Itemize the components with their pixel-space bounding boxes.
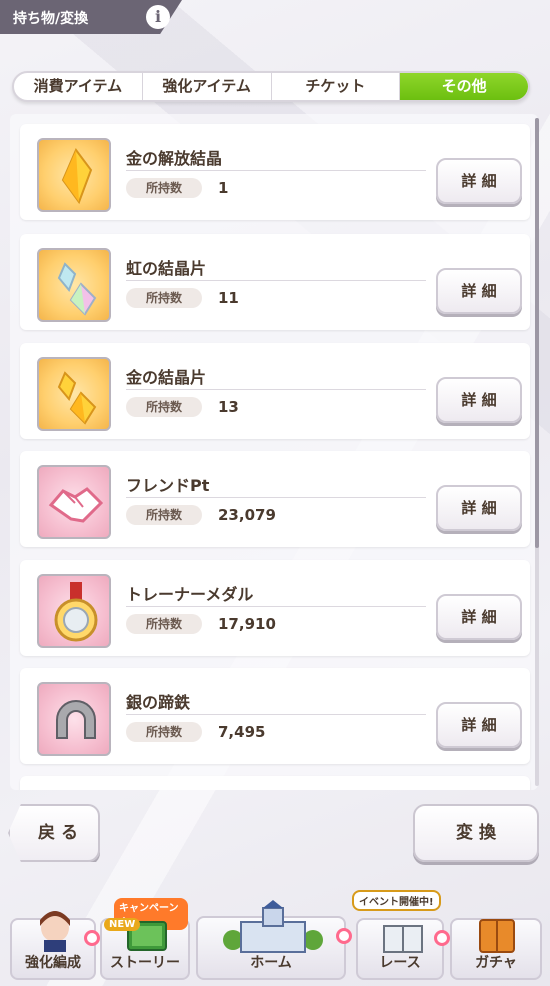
detail-button[interactable]: 詳 細: [436, 594, 522, 640]
nav-enhance[interactable]: 強化編成: [10, 911, 100, 980]
divider: [126, 497, 426, 498]
event-badge: イベント開催中!: [352, 890, 441, 911]
detail-button[interactable]: 詳 細: [436, 158, 522, 204]
list-item: トレーナーメダル 所持数 17,910 詳 細: [20, 560, 530, 656]
list-item: 金の解放結晶 所持数 1 詳 細: [20, 124, 530, 220]
detail-button[interactable]: 詳 細: [436, 377, 522, 423]
nav-label: ストーリー: [110, 955, 180, 971]
category-tabs: 消費アイテム 強化アイテム チケット その他: [12, 71, 530, 102]
count-label: 所持数: [126, 614, 202, 634]
horseshoe-icon: [37, 682, 111, 756]
medal-icon: [37, 574, 111, 648]
tab-other[interactable]: その他: [400, 73, 528, 100]
item-name: トレーナーメダル: [126, 585, 254, 604]
detail-button[interactable]: 詳 細: [436, 702, 522, 748]
character-icon: [40, 911, 70, 952]
tab-consumables[interactable]: 消費アイテム: [14, 73, 143, 100]
item-list: 金の解放結晶 所持数 1 詳 細 虹の結晶片 所持数 11 詳 細 金の結晶片 …: [10, 114, 538, 790]
nav-label: レース: [379, 955, 421, 971]
gold-crystal-icon: [37, 138, 111, 212]
page-title: 持ち物/変換: [13, 11, 89, 27]
detail-button[interactable]: 詳 細: [436, 268, 522, 314]
detail-button[interactable]: 詳 細: [436, 485, 522, 531]
tab-enhancement[interactable]: 強化アイテム: [143, 73, 272, 100]
nav-race[interactable]: イベント開催中! レース: [352, 890, 450, 980]
notification-icon: [336, 928, 352, 944]
count-label: 所持数: [126, 288, 202, 308]
exchange-button[interactable]: 変 換: [413, 804, 539, 862]
nav-label: 強化編成: [25, 955, 81, 971]
count-label: 所持数: [126, 178, 202, 198]
count-value: 13: [218, 398, 239, 416]
new-badge: NEW: [104, 918, 141, 931]
handshake-icon: [37, 465, 111, 539]
item-name: 金の解放結晶: [126, 149, 223, 168]
list-item: 金の結晶片 所持数 13 詳 細: [20, 343, 530, 439]
count-value: 1: [218, 179, 229, 197]
count-label: 所持数: [126, 397, 202, 417]
nav-label: ホーム: [250, 955, 292, 971]
nav-gacha[interactable]: ガチャ: [450, 918, 542, 980]
item-name: 銀の蹄鉄: [126, 693, 191, 712]
nav-label: ガチャ: [475, 955, 517, 971]
gacha-icon: [479, 919, 515, 953]
count-value: 7,495: [218, 723, 266, 741]
count-value: 23,079: [218, 506, 276, 524]
count-value: 17,910: [218, 615, 276, 633]
divider: [126, 389, 426, 390]
rainbow-shard-icon: [37, 248, 111, 322]
back-button[interactable]: 戻 る: [8, 804, 100, 862]
item-name: 虹の結晶片: [126, 259, 207, 278]
item-name: 金の結晶片: [126, 368, 207, 387]
scrollbar-thumb[interactable]: [535, 118, 539, 548]
school-building-icon: [223, 900, 323, 953]
notification-icon: [434, 930, 450, 946]
item-name: フレンドPt: [126, 476, 210, 495]
info-icon[interactable]: i: [146, 5, 170, 29]
list-item: [20, 776, 530, 790]
tab-tickets[interactable]: チケット: [272, 73, 401, 100]
list-item: 銀の蹄鉄 所持数 7,495 詳 細: [20, 668, 530, 764]
count-value: 11: [218, 289, 239, 307]
count-label: 所持数: [126, 722, 202, 742]
nav-story[interactable]: キャンペーン中 NEW ストーリー: [100, 898, 190, 980]
divider: [126, 606, 426, 607]
list-item: 虹の結晶片 所持数 11 詳 細: [20, 234, 530, 330]
nav-home[interactable]: ホーム: [196, 900, 352, 980]
bottom-nav: 強化編成 キャンペーン中 NEW ストーリー ホーム イベント開催中! レース: [0, 890, 550, 986]
list-item: フレンドPt 所持数 23,079 詳 細: [20, 451, 530, 547]
gold-shard-icon: [37, 357, 111, 431]
count-label: 所持数: [126, 505, 202, 525]
divider: [126, 714, 426, 715]
divider: [126, 170, 426, 171]
notification-icon: [84, 930, 100, 946]
divider: [126, 280, 426, 281]
